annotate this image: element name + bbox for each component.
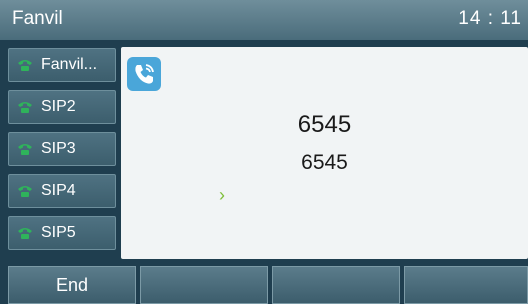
softkey-bar: End (0, 264, 528, 304)
softkey-2[interactable] (140, 266, 268, 304)
phone-handset-icon (18, 144, 32, 155)
softkey-4[interactable] (404, 266, 528, 304)
line-key-1[interactable]: Fanvil... (8, 48, 116, 82)
line-key-2[interactable]: SIP2 (8, 90, 116, 124)
end-call-button[interactable]: End (8, 266, 136, 304)
phone-screen: Fanvil 14 : 11 Fanvil... SIP2 SIP3 SIP4 … (0, 0, 528, 304)
phone-handset-icon (18, 60, 32, 71)
line-key-4[interactable]: SIP4 (8, 174, 116, 208)
app-title: Fanvil (12, 8, 63, 29)
softkey-3[interactable] (272, 266, 400, 304)
line-key-label: SIP4 (41, 182, 76, 199)
phone-handset-icon (18, 228, 32, 239)
dialed-number: 6545 (297, 111, 352, 138)
call-panel: 6545 6545 › (121, 47, 528, 259)
phone-handset-icon (18, 102, 32, 113)
phone-handset-icon (18, 186, 32, 197)
line-key-label: SIP3 (41, 140, 76, 157)
caller-name: 6545 (301, 151, 348, 174)
status-bar: Fanvil 14 : 11 (0, 0, 528, 40)
call-icon (127, 57, 161, 91)
clock: 14 : 11 (458, 8, 522, 29)
line-key-3[interactable]: SIP3 (8, 132, 116, 166)
line-key-label: SIP5 (41, 224, 76, 241)
phone-icon (135, 64, 154, 84)
line-key-label: Fanvil... (41, 56, 98, 73)
chevron-right-icon: › (219, 185, 225, 205)
line-keys: Fanvil... SIP2 SIP3 SIP4 SIP5 (0, 44, 120, 264)
line-key-label: SIP2 (41, 98, 76, 115)
line-key-5[interactable]: SIP5 (8, 216, 116, 250)
